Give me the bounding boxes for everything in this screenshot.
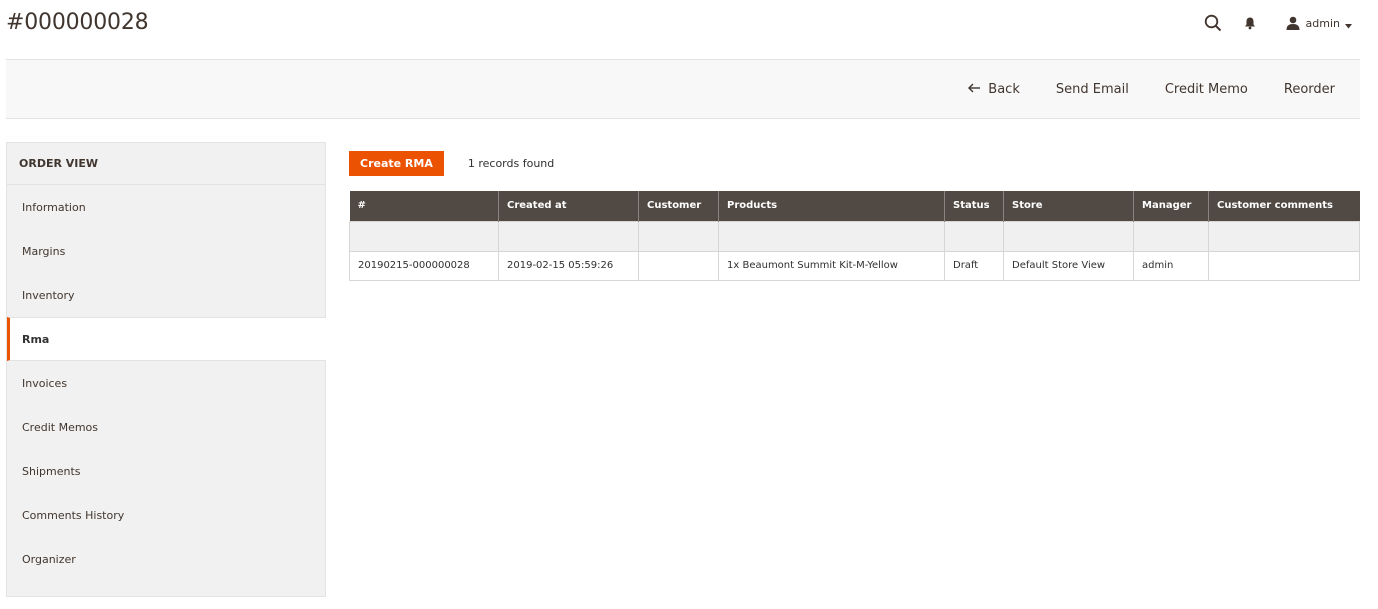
chevron-down-icon	[1345, 14, 1352, 33]
cell-store: Default Store View	[1003, 250, 1134, 281]
rma-grid: # Created at Customer Products Status St…	[349, 191, 1360, 281]
column-header-created-at[interactable]: Created at	[498, 191, 639, 221]
sidebar-item-information[interactable]: Information	[7, 185, 325, 229]
sidebar-item-inventory[interactable]: Inventory	[7, 273, 325, 317]
bell-icon[interactable]	[1244, 16, 1256, 30]
search-icon[interactable]	[1204, 14, 1222, 32]
filter-cell[interactable]	[349, 220, 499, 252]
topbar-actions: admin	[1204, 12, 1352, 34]
records-count: 1	[467, 156, 475, 170]
header-row: # Created at Customer Products Status St…	[349, 191, 1360, 221]
cell-customer	[638, 250, 719, 281]
cell-manager: admin	[1133, 250, 1209, 281]
sidebar-item-comments-history[interactable]: Comments History	[7, 493, 325, 537]
order-view-sidebar: ORDER VIEW Information Margins Inventory…	[6, 142, 326, 597]
filter-cell[interactable]	[1003, 220, 1134, 252]
page-title: #000000028	[6, 10, 149, 35]
arrow-left-icon	[968, 82, 981, 97]
column-header-status[interactable]: Status	[944, 191, 1004, 221]
column-header-manager[interactable]: Manager	[1133, 191, 1209, 221]
create-rma-button[interactable]: Create RMA	[349, 150, 444, 176]
sidebar-item-shipments[interactable]: Shipments	[7, 449, 325, 493]
back-label: Back	[988, 81, 1020, 97]
reorder-button[interactable]: Reorder	[1266, 60, 1360, 118]
sidebar-title: ORDER VIEW	[7, 143, 325, 185]
filter-cell[interactable]	[1133, 220, 1209, 252]
table-row[interactable]: 20190215-000000028 2019-02-15 05:59:26 1…	[349, 250, 1360, 281]
send-email-button[interactable]: Send Email	[1038, 60, 1147, 118]
filter-cell[interactable]	[498, 220, 639, 252]
filter-cell[interactable]	[638, 220, 719, 252]
grid-toolbar: Create RMA 1 records found	[349, 150, 1360, 176]
cell-products: 1x Beaumont Summit Kit-M-Yellow	[718, 250, 945, 281]
column-header-customer-comments[interactable]: Customer comments	[1208, 191, 1360, 221]
rma-panel: Create RMA 1 records found # Created at …	[349, 150, 1360, 281]
cell-id: 20190215-000000028	[349, 250, 499, 281]
column-header-id[interactable]: #	[349, 191, 499, 221]
filter-cell[interactable]	[1208, 220, 1360, 252]
sidebar-item-invoices[interactable]: Invoices	[7, 361, 325, 405]
column-header-customer[interactable]: Customer	[638, 191, 719, 221]
sidebar-item-organizer[interactable]: Organizer	[7, 537, 325, 581]
cell-status: Draft	[944, 250, 1004, 281]
filter-cell[interactable]	[718, 220, 945, 252]
column-header-store[interactable]: Store	[1003, 191, 1134, 221]
cell-created-at: 2019-02-15 05:59:26	[498, 250, 639, 281]
back-button[interactable]: Back	[950, 60, 1038, 118]
filter-row	[349, 220, 1360, 252]
user-menu[interactable]: admin	[1286, 14, 1352, 33]
sidebar-item-credit-memos[interactable]: Credit Memos	[7, 405, 325, 449]
page-actions-bar: Back Send Email Credit Memo Reorder	[6, 59, 1360, 119]
filter-cell[interactable]	[944, 220, 1004, 252]
records-found: 1 records found	[468, 157, 554, 170]
page-actions: Back Send Email Credit Memo Reorder	[950, 60, 1360, 118]
sidebar-item-rma[interactable]: Rma	[7, 317, 326, 361]
records-text: records found	[478, 156, 555, 170]
credit-memo-button[interactable]: Credit Memo	[1147, 60, 1266, 118]
user-icon	[1286, 16, 1300, 30]
column-header-products[interactable]: Products	[718, 191, 945, 221]
user-name: admin	[1305, 16, 1340, 30]
sidebar-item-margins[interactable]: Margins	[7, 229, 325, 273]
cell-customer-comments	[1208, 250, 1360, 281]
